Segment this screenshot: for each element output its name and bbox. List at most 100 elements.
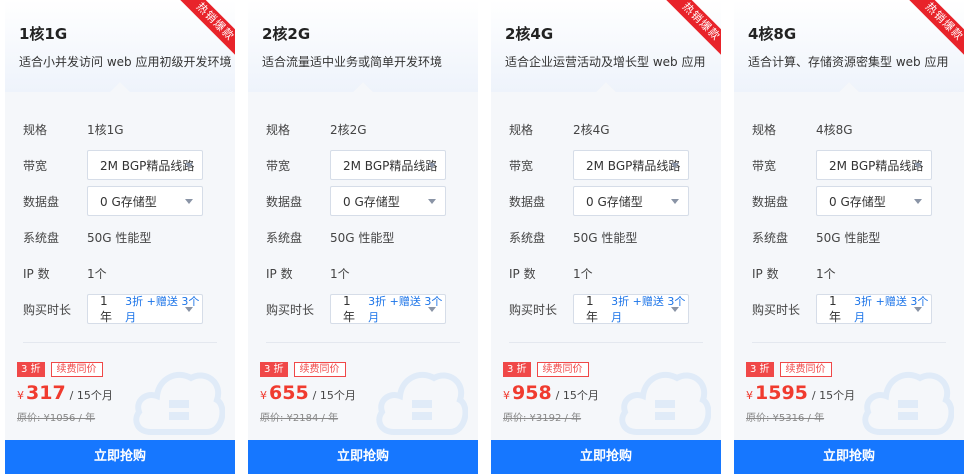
row-bandwidth: 带宽 2M BGP精品线路	[266, 147, 478, 183]
row-spec: 规格 4核8G	[752, 111, 964, 147]
data-disk-value: 0 G存储型	[100, 194, 157, 209]
currency-symbol: ¥	[260, 389, 267, 402]
bandwidth-label: 带宽	[752, 158, 777, 173]
row-system-disk: 系统盘 50G 性能型	[23, 219, 235, 255]
buy-now-button[interactable]: 立即抢购	[248, 440, 478, 474]
data-disk-value: 0 G存储型	[829, 194, 886, 209]
duration-label: 购买时长	[23, 302, 72, 317]
data-disk-label: 数据盘	[509, 194, 546, 209]
bandwidth-label: 带宽	[23, 158, 48, 173]
bandwidth-select[interactable]: 2M BGP精品线路	[87, 150, 203, 180]
duration-label: 购买时长	[752, 302, 801, 317]
pricing-card-4: 4核8G 适合计算、存储资源密集型 web 应用 热销爆款 规格 4核8G 带宽…	[734, 0, 964, 474]
currency-symbol: ¥	[746, 389, 753, 402]
row-bandwidth: 带宽 2M BGP精品线路	[752, 147, 964, 183]
tags: 3 折 续费同价	[260, 362, 346, 377]
bandwidth-value: 2M BGP精品线路	[100, 158, 195, 173]
caret-down-icon	[671, 199, 679, 204]
renew-same-badge: 续费同价	[293, 362, 346, 377]
system-disk-value: 50G 性能型	[573, 230, 638, 245]
price: ¥ 958 / 15个月	[503, 382, 599, 404]
row-bandwidth: 带宽 2M BGP精品线路	[509, 147, 721, 183]
data-disk-value: 0 G存储型	[586, 194, 643, 209]
duration-label: 购买时长	[509, 302, 558, 317]
data-disk-select[interactable]: 0 G存储型	[816, 186, 932, 216]
hot-ribbon: 热销爆款	[173, 0, 235, 62]
discount-badge: 3 折	[503, 362, 531, 377]
spec-rows: 规格 4核8G 带宽 2M BGP精品线路 数据盘 0 G存储型 系统盘 50G	[734, 111, 964, 327]
bandwidth-select[interactable]: 2M BGP精品线路	[573, 150, 689, 180]
system-disk-label: 系统盘	[752, 230, 789, 245]
duration-select[interactable]: 1 年 3折 +赠送 3个月	[330, 294, 446, 324]
duration-select[interactable]: 1 年 3折 +赠送 3个月	[573, 294, 689, 324]
discount-badge: 3 折	[260, 362, 288, 377]
price-value: 958	[512, 382, 552, 404]
tags: 3 折 续费同价	[503, 362, 589, 377]
duration-label: 购买时长	[266, 302, 315, 317]
cloud-icon	[619, 371, 711, 435]
price: ¥ 317 / 15个月	[17, 382, 113, 404]
renew-same-badge: 续费同价	[536, 362, 589, 377]
discount-badge: 3 折	[746, 362, 774, 377]
system-disk-label: 系统盘	[509, 230, 546, 245]
renew-same-badge: 续费同价	[779, 362, 832, 377]
original-price: 原价: ¥2184 / 年	[260, 413, 339, 424]
header-arrow	[110, 82, 130, 102]
divider	[509, 342, 703, 343]
ip-value: 1个	[816, 266, 836, 281]
bandwidth-select[interactable]: 2M BGP精品线路	[330, 150, 446, 180]
bandwidth-value: 2M BGP精品线路	[343, 158, 438, 173]
price-period: / 15个月	[811, 389, 856, 402]
spec-value: 2核2G	[330, 122, 367, 137]
row-ip: IP 数 1个	[752, 255, 964, 291]
tags: 3 折 续费同价	[746, 362, 832, 377]
bandwidth-select[interactable]: 2M BGP精品线路	[816, 150, 932, 180]
data-disk-select[interactable]: 0 G存储型	[573, 186, 689, 216]
header-arrow	[353, 82, 373, 102]
data-disk-select[interactable]: 0 G存储型	[87, 186, 203, 216]
caret-down-icon	[185, 163, 193, 168]
duration-select[interactable]: 1 年 3折 +赠送 3个月	[87, 294, 203, 324]
divider	[752, 342, 946, 343]
discount-badge: 3 折	[17, 362, 45, 377]
price: ¥ 655 / 15个月	[260, 382, 356, 404]
ip-value: 1个	[87, 266, 107, 281]
spec-label: 规格	[266, 122, 291, 137]
price-value: 655	[269, 382, 309, 404]
system-disk-value: 50G 性能型	[87, 230, 152, 245]
data-disk-select[interactable]: 0 G存储型	[330, 186, 446, 216]
header-arrow	[839, 82, 859, 102]
buy-now-button[interactable]: 立即抢购	[734, 440, 964, 474]
hot-ribbon-label: 热销爆款	[178, 0, 235, 59]
renew-same-badge: 续费同价	[50, 362, 103, 377]
currency-symbol: ¥	[503, 389, 510, 402]
price-value: 317	[26, 382, 66, 404]
row-spec: 规格 2核4G	[509, 111, 721, 147]
price-period: / 15个月	[555, 389, 599, 402]
row-system-disk: 系统盘 50G 性能型	[752, 219, 964, 255]
ip-label: IP 数	[266, 266, 293, 281]
spec-label: 规格	[509, 122, 534, 137]
hot-ribbon-label: 热销爆款	[664, 0, 721, 59]
spec-value: 1核1G	[87, 122, 124, 137]
duration-year: 1 年	[829, 293, 842, 324]
bandwidth-value: 2M BGP精品线路	[586, 158, 681, 173]
bandwidth-label: 带宽	[509, 158, 534, 173]
caret-down-icon	[428, 199, 436, 204]
system-disk-label: 系统盘	[266, 230, 303, 245]
row-duration: 购买时长 1 年 3折 +赠送 3个月	[23, 291, 235, 327]
duration-select[interactable]: 1 年 3折 +赠送 3个月	[816, 294, 932, 324]
card-header: 4核8G 适合计算、存储资源密集型 web 应用 热销爆款	[734, 0, 964, 102]
pricing-card-1: 1核1G 适合小并发访问 web 应用初级开发环境 热销爆款 规格 1核1G 带…	[5, 0, 235, 474]
data-disk-value: 0 G存储型	[343, 194, 400, 209]
divider	[266, 342, 460, 343]
card-title: 2核2G	[262, 25, 311, 43]
hot-ribbon-label: 热销爆款	[907, 0, 964, 59]
row-data-disk: 数据盘 0 G存储型	[266, 183, 478, 219]
cloud-icon	[862, 371, 954, 435]
buy-now-button[interactable]: 立即抢购	[5, 440, 235, 474]
caret-down-icon	[671, 163, 679, 168]
row-ip: IP 数 1个	[266, 255, 478, 291]
caret-down-icon	[185, 307, 193, 312]
buy-now-button[interactable]: 立即抢购	[491, 440, 721, 474]
